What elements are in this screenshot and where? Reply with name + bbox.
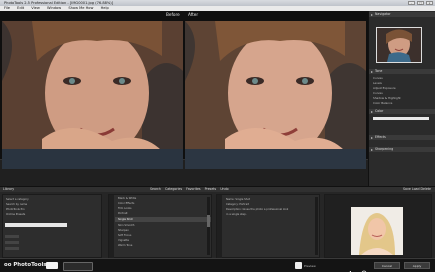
- library-column-1: Select a category Search by name PhotoTo…: [2, 194, 102, 258]
- hand-icon[interactable]: [346, 262, 353, 272]
- sharpening-header[interactable]: Sharpening: [369, 147, 435, 152]
- preset-description: Description: Gives the photo a professio…: [226, 208, 289, 211]
- after-photo-illustration: [185, 21, 366, 169]
- mini-button[interactable]: [46, 262, 58, 269]
- oo-logo-icon: oo: [4, 262, 12, 268]
- effects-header[interactable]: Effects: [369, 135, 435, 140]
- preset-item[interactable]: Vignette: [118, 239, 129, 242]
- zoom-icon[interactable]: [361, 262, 368, 272]
- library-panel: Library Search Categories Favorites Pres…: [0, 186, 435, 259]
- tone-item[interactable]: Curves: [373, 76, 432, 80]
- col1-line: Search by name: [6, 203, 28, 206]
- navigator-thumbnail[interactable]: [376, 27, 422, 63]
- before-photo-illustration: [2, 21, 183, 169]
- option-toggle[interactable]: [5, 235, 19, 238]
- brush-icon[interactable]: [336, 262, 343, 269]
- info-scrollbar[interactable]: [315, 197, 318, 255]
- tab-undo[interactable]: Undo: [220, 187, 228, 191]
- maximize-button[interactable]: □: [417, 1, 424, 5]
- preset-preview-image: [351, 207, 403, 255]
- apply-button[interactable]: Apply: [404, 262, 430, 269]
- preset-list-scrollbar[interactable]: [207, 197, 210, 255]
- library-tabs: Search Categories Favorites Presets Undo: [150, 187, 232, 192]
- library-actions: Save Load Delete: [403, 187, 431, 192]
- preset-item[interactable]: Color Effects: [118, 202, 134, 205]
- preset-item[interactable]: Film Looks: [118, 207, 132, 210]
- option-toggle[interactable]: [5, 247, 19, 250]
- close-button[interactable]: x: [426, 1, 433, 5]
- after-label: After: [188, 12, 199, 17]
- delete-button[interactable]: Delete: [421, 187, 431, 191]
- preset-item[interactable]: Skin Smooth: [118, 224, 134, 227]
- tone-item[interactable]: Curves: [373, 91, 432, 95]
- load-button[interactable]: Load: [412, 187, 420, 191]
- status-bar: oo PhotoTools 2.5 Preview Cancel Apply: [0, 258, 435, 272]
- info-gutter: [217, 195, 222, 259]
- before-after-viewer: Before After: [0, 11, 368, 169]
- preset-item[interactable]: Portrait: [118, 212, 128, 215]
- preview-portrait-illustration: [351, 207, 403, 255]
- navigator-preview: [377, 28, 421, 62]
- scrollbar-thumb[interactable]: [207, 215, 210, 227]
- navigator-header[interactable]: Navigator: [369, 12, 435, 17]
- col1-line: PhotoTools Pro: [6, 208, 25, 211]
- tone-item[interactable]: Adjust Exposure: [373, 86, 432, 90]
- after-image[interactable]: [185, 21, 366, 169]
- save-button[interactable]: Save: [403, 187, 411, 191]
- library-title: Library: [3, 187, 15, 191]
- before-label: Before: [166, 12, 180, 17]
- col1-line: Select a category: [6, 198, 29, 201]
- tone-item[interactable]: Shadow & Highlight: [373, 96, 432, 100]
- preset-description: in a single step.: [226, 213, 247, 216]
- app-window: PhotoTools 2.5 Professional Edition - [I…: [0, 0, 435, 272]
- preset-item[interactable]: Black & White: [118, 197, 136, 200]
- tab-categories[interactable]: Categories: [165, 187, 182, 191]
- tone-item[interactable]: Color Balance: [373, 101, 432, 105]
- preset-item[interactable]: Sharpen: [118, 229, 129, 232]
- cancel-button[interactable]: Cancel: [374, 262, 400, 269]
- preset-item[interactable]: Soft Focus: [118, 234, 131, 237]
- list-gutter: [109, 195, 114, 259]
- right-panel: Navigator Tone Curves Levels Adjust Expo…: [368, 11, 435, 186]
- minimize-button[interactable]: –: [408, 1, 415, 5]
- preset-category: Category: Portrait: [226, 203, 249, 206]
- tab-search[interactable]: Search: [150, 187, 161, 191]
- tone-item[interactable]: Levels: [373, 81, 432, 85]
- tab-favorites[interactable]: Favorites: [186, 187, 200, 191]
- preset-item[interactable]: Warm Tone: [118, 244, 132, 247]
- tone-header[interactable]: Tone: [369, 69, 435, 74]
- library-header: Library Search Categories Favorites Pres…: [0, 187, 435, 192]
- status-dropdown[interactable]: [63, 262, 93, 271]
- preset-item-selected[interactable]: Single Shot: [118, 218, 133, 221]
- preset-info: Name: Single Shot Category: Portrait Des…: [216, 194, 320, 259]
- tab-presets[interactable]: Presets: [205, 187, 217, 191]
- search-input[interactable]: [5, 223, 67, 227]
- color-slider[interactable]: [373, 117, 429, 120]
- before-image[interactable]: [2, 21, 183, 169]
- col1-line: OnOne Presets: [6, 213, 26, 216]
- option-toggle[interactable]: [5, 241, 19, 244]
- preview-label: Preview: [304, 264, 316, 268]
- window-controls: – □ x: [408, 1, 433, 5]
- preset-name: Name: Single Shot: [226, 198, 251, 201]
- color-header[interactable]: Color: [369, 109, 435, 114]
- preset-preview: [324, 194, 432, 258]
- preset-list: Black & White Color Effects Film Looks P…: [108, 194, 212, 259]
- preview-toggle-icon[interactable]: [295, 262, 302, 269]
